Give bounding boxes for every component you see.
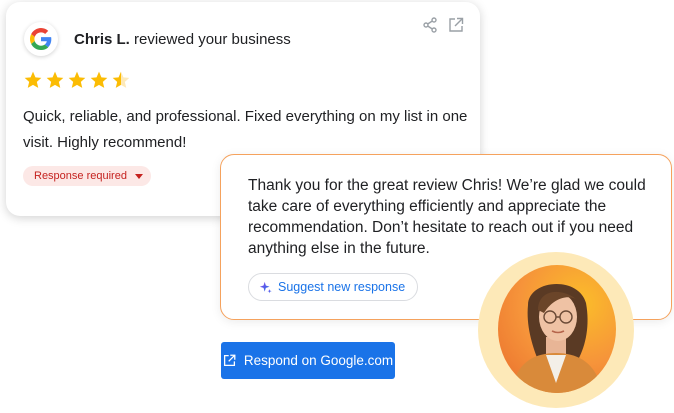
star-icon (46, 71, 64, 88)
person-illustration (512, 284, 602, 393)
open-external-icon (223, 354, 236, 367)
open-external-icon[interactable] (448, 17, 464, 33)
status-badge-label: Response required (34, 170, 127, 182)
review-header: Chris L. reviewed your business (74, 31, 291, 48)
share-icon[interactable] (422, 17, 438, 33)
avatar (498, 265, 616, 393)
stage: Chris L. reviewed your business Quick, r… (0, 0, 674, 413)
star-rating (23, 70, 131, 90)
review-header-suffix: reviewed your business (129, 31, 291, 48)
suggest-response-label: Suggest new response (278, 280, 406, 294)
suggest-response-button[interactable]: Suggest new response (248, 273, 419, 301)
reviewer-name: Chris L. (74, 31, 130, 48)
star-icon (68, 71, 86, 88)
google-logo-badge (24, 22, 58, 56)
response-text: Thank you for the great review Chris! We… (248, 177, 646, 257)
respond-on-google-button[interactable]: Respond on Google.com (221, 342, 395, 379)
review-text: Quick, reliable, and professional. Fixed… (23, 108, 468, 151)
card-actions (422, 17, 464, 33)
star-icon (90, 71, 108, 88)
star-half-icon (112, 71, 130, 88)
google-icon (30, 28, 52, 50)
sparkle-icon (259, 281, 272, 293)
status-badge[interactable]: Response required (23, 166, 151, 186)
chevron-down-icon (134, 173, 143, 179)
star-icon (24, 71, 42, 88)
respond-button-label: Respond on Google.com (243, 353, 394, 368)
